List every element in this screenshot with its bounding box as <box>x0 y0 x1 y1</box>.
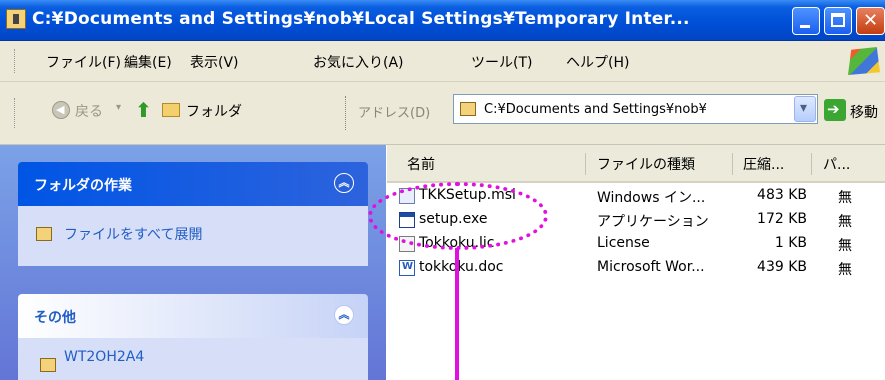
menu-bar: ファイル(F) 編集(E) 表示(V) お気に入り(A) ツール(T) ヘルプ(… <box>0 41 885 82</box>
file-list: 名前 ファイルの種類 圧縮... パ... TKKSetup.msi Windo… <box>387 145 885 380</box>
title-bar: C:¥Documents and Settings¥nob¥Local Sett… <box>0 0 885 41</box>
file-size: 483 KB <box>757 187 807 203</box>
file-type: License <box>597 235 650 251</box>
other-places-body: WT2OH2A4 <box>18 338 368 380</box>
folders-icon[interactable] <box>162 103 180 117</box>
menu-file[interactable]: ファイル(F) <box>46 52 121 72</box>
folders-button-label[interactable]: フォルダ <box>186 101 242 121</box>
column-name[interactable]: 名前 <box>407 154 435 174</box>
column-compressed-size[interactable]: 圧縮... <box>743 154 784 174</box>
other-places-header[interactable]: その他 ︽ <box>18 294 368 338</box>
back-button-label[interactable]: 戻る <box>75 101 103 121</box>
file-password: 無 <box>838 214 852 230</box>
folder-tasks-body: ファイルをすべて展開 <box>18 206 368 266</box>
back-dropdown-icon[interactable]: ▾ <box>116 102 121 113</box>
toolbar-grip[interactable] <box>14 98 18 128</box>
address-folder-icon <box>460 102 476 116</box>
folder-window-icon <box>6 9 26 29</box>
task-pane: フォルダの作業 ︽ ファイルをすべて展開 その他 ︽ WT2OH2A4 <box>0 145 386 380</box>
folder-tasks-header[interactable]: フォルダの作業 ︽ <box>18 162 368 206</box>
file-type: アプリケーション <box>597 214 709 230</box>
address-label: アドレス(D) <box>358 106 431 121</box>
word-document-icon <box>399 260 415 276</box>
other-places-title: その他 <box>34 310 76 326</box>
table-row[interactable]: tokkoku.doc Microsoft Wor... 439 KB 無 <box>387 257 885 279</box>
extract-zip-icon <box>36 227 52 241</box>
menu-favorites[interactable]: お気に入り(A) <box>313 52 404 72</box>
file-name: tokkoku.doc <box>419 259 504 275</box>
column-divider[interactable] <box>811 153 812 175</box>
file-size: 1 KB <box>774 235 807 251</box>
folder-icon <box>40 358 56 372</box>
menu-grip[interactable] <box>14 49 18 73</box>
column-divider[interactable] <box>585 153 586 175</box>
back-arrow-icon[interactable] <box>52 101 70 119</box>
file-type: Microsoft Wor... <box>597 259 705 275</box>
task-extract-all[interactable]: ファイルをすべて展開 <box>64 224 202 244</box>
toolbar: 戻る ▾ ⬆ フォルダ アドレス(D) C:¥Documents and Set… <box>0 82 885 145</box>
address-input[interactable]: C:¥Documents and Settings¥nob¥ <box>484 102 790 117</box>
menu-edit[interactable]: 編集(E) <box>124 52 172 72</box>
file-password: 無 <box>838 262 852 278</box>
column-password[interactable]: パ... <box>823 154 850 174</box>
file-type: Windows イン... <box>597 190 706 206</box>
file-size: 172 KB <box>757 211 807 227</box>
address-dropdown-button[interactable] <box>794 96 816 122</box>
window-title: C:¥Documents and Settings¥nob¥Local Sett… <box>32 9 690 29</box>
collapse-chevron-icon[interactable]: ︽ <box>334 305 354 325</box>
file-size: 439 KB <box>757 259 807 275</box>
go-arrow-icon[interactable] <box>824 99 846 121</box>
menu-view[interactable]: 表示(V) <box>190 52 239 72</box>
go-button-label[interactable]: 移動 <box>850 102 878 122</box>
column-type[interactable]: ファイルの種類 <box>597 154 695 174</box>
place-folder-link[interactable]: WT2OH2A4 <box>64 349 144 365</box>
toolbar-separator <box>345 96 346 130</box>
file-password: 無 <box>838 190 852 206</box>
close-button[interactable] <box>856 7 885 35</box>
callout-line <box>455 248 459 380</box>
menu-tools[interactable]: ツール(T) <box>471 52 532 72</box>
windows-logo-icon <box>848 47 880 75</box>
maximize-button[interactable] <box>824 7 852 35</box>
collapse-chevron-icon[interactable]: ︽ <box>334 173 354 193</box>
highlight-ellipse <box>368 182 548 250</box>
file-password: 無 <box>838 238 852 254</box>
menu-help[interactable]: ヘルプ(H) <box>566 52 629 72</box>
up-folder-icon[interactable]: ⬆ <box>135 98 152 122</box>
column-header-row: 名前 ファイルの種類 圧縮... パ... <box>387 145 885 183</box>
folder-tasks-title: フォルダの作業 <box>34 178 132 194</box>
minimize-button[interactable] <box>792 7 820 35</box>
column-divider[interactable] <box>732 153 733 175</box>
